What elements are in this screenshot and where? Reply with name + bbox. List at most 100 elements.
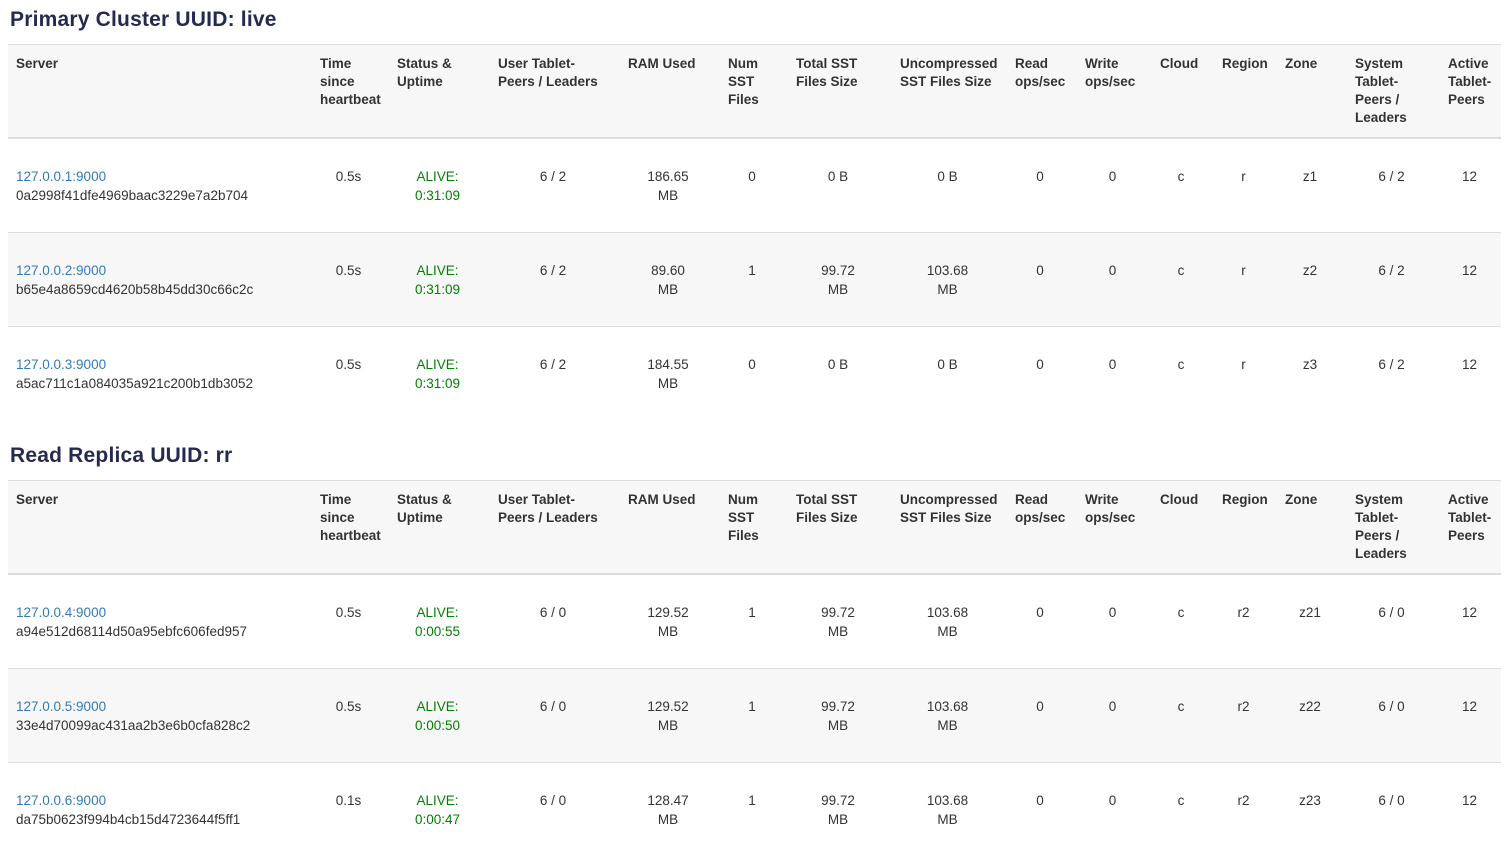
column-header-zone: Zone bbox=[1275, 45, 1345, 139]
cell-value: z21 bbox=[1299, 603, 1321, 622]
cell-value: 12 bbox=[1462, 261, 1477, 280]
column-header-cloud: Cloud bbox=[1150, 45, 1212, 139]
table-row: 127.0.0.6:9000da75b0623f994b4cb15d472364… bbox=[8, 763, 1501, 857]
cell-value: 0 bbox=[1109, 167, 1117, 186]
read-replica-servers-table: ServerTime since heartbeatStatus & Uptim… bbox=[8, 480, 1501, 856]
cell-value: z2 bbox=[1303, 261, 1317, 280]
server-link[interactable]: 127.0.0.6:9000 bbox=[16, 793, 106, 808]
cell-system-tablet-peers-leaders: 6 / 2 bbox=[1345, 327, 1438, 421]
cell-value: 6 / 0 bbox=[1378, 603, 1404, 622]
uptime-value: 0:00:55 bbox=[395, 622, 480, 641]
cell-value: r2 bbox=[1237, 697, 1249, 716]
column-header-system-tablet-peers-leaders: System Tablet-Peers / Leaders bbox=[1345, 45, 1438, 139]
cell-active-tablet-peers: 12 bbox=[1438, 233, 1501, 327]
cell-uncompressed-sst-files-size: 103.68 MB bbox=[890, 233, 1005, 327]
cell-write-ops-sec: 0 bbox=[1075, 138, 1150, 233]
cell-value: 0 B bbox=[937, 355, 957, 374]
server-link[interactable]: 127.0.0.1:9000 bbox=[16, 169, 106, 184]
cell-active-tablet-peers: 12 bbox=[1438, 669, 1501, 763]
server-cell: 127.0.0.3:9000 a5ac711c1a084035a921c200b1… bbox=[8, 327, 310, 421]
cell-value: z3 bbox=[1303, 355, 1317, 374]
cell-value: 0 bbox=[1036, 791, 1044, 810]
status-label: ALIVE: bbox=[395, 697, 480, 716]
column-header-read-ops-sec: Read ops/sec bbox=[1005, 481, 1075, 575]
cell-value: 12 bbox=[1462, 697, 1477, 716]
header-row: ServerTime since heartbeatStatus & Uptim… bbox=[8, 481, 1501, 575]
table-row: 127.0.0.5:900033e4d70099ac431aa2b3e6b0cf… bbox=[8, 669, 1501, 763]
cell-time-since-heartbeat: 0.1s bbox=[310, 763, 387, 857]
cell-cloud: c bbox=[1150, 763, 1212, 857]
cell-region: r bbox=[1212, 327, 1275, 421]
cell-value: 6 / 0 bbox=[540, 697, 566, 716]
cell-value: 12 bbox=[1462, 355, 1477, 374]
server-uuid: a5ac711c1a084035a921c200b1db3052 bbox=[16, 374, 302, 393]
cell-read-ops-sec: 0 bbox=[1005, 327, 1075, 421]
cell-system-tablet-peers-leaders: 6 / 0 bbox=[1345, 669, 1438, 763]
cell-num-sst-files: 0 bbox=[718, 138, 786, 233]
cell-write-ops-sec: 0 bbox=[1075, 574, 1150, 669]
status-label: ALIVE: bbox=[395, 355, 480, 374]
cell-region: r bbox=[1212, 233, 1275, 327]
column-header-write-ops-sec: Write ops/sec bbox=[1075, 481, 1150, 575]
cell-value: 99.72 MB bbox=[812, 261, 864, 299]
cell-ram-used: 184.55 MB bbox=[618, 327, 718, 421]
cell-user-tablet-peers-leaders: 6 / 0 bbox=[488, 574, 618, 669]
uptime-value: 0:31:09 bbox=[395, 374, 480, 393]
cell-uncompressed-sst-files-size: 103.68 MB bbox=[890, 669, 1005, 763]
server-link[interactable]: 127.0.0.2:9000 bbox=[16, 263, 106, 278]
cell-value: 0 bbox=[1109, 355, 1117, 374]
cell-system-tablet-peers-leaders: 6 / 2 bbox=[1345, 138, 1438, 233]
column-header-active-tablet-peers: Active Tablet-Peers bbox=[1438, 45, 1501, 139]
cell-value: z22 bbox=[1299, 697, 1321, 716]
cell-value: c bbox=[1178, 697, 1185, 716]
cell-cloud: c bbox=[1150, 574, 1212, 669]
cell-value: r bbox=[1241, 167, 1246, 186]
cell-value: r bbox=[1241, 261, 1246, 280]
cell-time-since-heartbeat: 0.5s bbox=[310, 327, 387, 421]
cell-user-tablet-peers-leaders: 6 / 0 bbox=[488, 763, 618, 857]
primary-cluster-section: Primary Cluster UUID: live ServerTime si… bbox=[8, 8, 1501, 420]
cell-user-tablet-peers-leaders: 6 / 0 bbox=[488, 669, 618, 763]
cell-uncompressed-sst-files-size: 0 B bbox=[890, 327, 1005, 421]
table-row: 127.0.0.2:9000b65e4a8659cd4620b58b45dd30… bbox=[8, 233, 1501, 327]
cell-value: 103.68 MB bbox=[922, 603, 974, 641]
cell-value: 12 bbox=[1462, 167, 1477, 186]
cell-num-sst-files: 1 bbox=[718, 233, 786, 327]
cell-value: 0 bbox=[1109, 603, 1117, 622]
cell-value: 6 / 0 bbox=[540, 603, 566, 622]
cell-region: r2 bbox=[1212, 574, 1275, 669]
cell-value: 0 B bbox=[937, 167, 957, 186]
cell-region: r2 bbox=[1212, 669, 1275, 763]
server-link[interactable]: 127.0.0.5:9000 bbox=[16, 699, 106, 714]
cell-zone: z1 bbox=[1275, 138, 1345, 233]
cell-value: 184.55 MB bbox=[642, 355, 694, 393]
status-label: ALIVE: bbox=[395, 791, 480, 810]
cell-ram-used: 129.52 MB bbox=[618, 574, 718, 669]
cell-time-since-heartbeat: 0.5s bbox=[310, 233, 387, 327]
column-header-num-sst-files: Num SST Files bbox=[718, 45, 786, 139]
cell-value: c bbox=[1178, 791, 1185, 810]
cell-cloud: c bbox=[1150, 327, 1212, 421]
cell-read-ops-sec: 0 bbox=[1005, 763, 1075, 857]
server-uuid: 0a2998f41dfe4969baac3229e7a2b704 bbox=[16, 186, 302, 205]
cell-region: r2 bbox=[1212, 763, 1275, 857]
cell-value: 186.65 MB bbox=[642, 167, 694, 205]
cell-active-tablet-peers: 12 bbox=[1438, 138, 1501, 233]
read-replica-section: Read Replica UUID: rr ServerTime since h… bbox=[8, 444, 1501, 856]
column-header-total-sst-files-size: Total SST Files Size bbox=[786, 481, 890, 575]
server-link[interactable]: 127.0.0.4:9000 bbox=[16, 605, 106, 620]
cell-user-tablet-peers-leaders: 6 / 2 bbox=[488, 233, 618, 327]
column-header-active-tablet-peers: Active Tablet-Peers bbox=[1438, 481, 1501, 575]
cell-value: 1 bbox=[748, 791, 756, 810]
uptime-value: 0:31:09 bbox=[395, 186, 480, 205]
cell-value: 0 bbox=[748, 355, 756, 374]
column-header-region: Region bbox=[1212, 481, 1275, 575]
server-cell: 127.0.0.4:9000a94e512d68114d50a95ebfc606… bbox=[8, 574, 310, 669]
server-link[interactable]: 127.0.0.3:9000 bbox=[16, 357, 106, 372]
cell-status-uptime: ALIVE:0:00:55 bbox=[387, 574, 488, 669]
cell-value: 0.5s bbox=[336, 697, 362, 716]
cell-value: 129.52 MB bbox=[642, 697, 694, 735]
cell-cloud: c bbox=[1150, 233, 1212, 327]
cell-num-sst-files: 1 bbox=[718, 669, 786, 763]
cell-value: 1 bbox=[748, 261, 756, 280]
